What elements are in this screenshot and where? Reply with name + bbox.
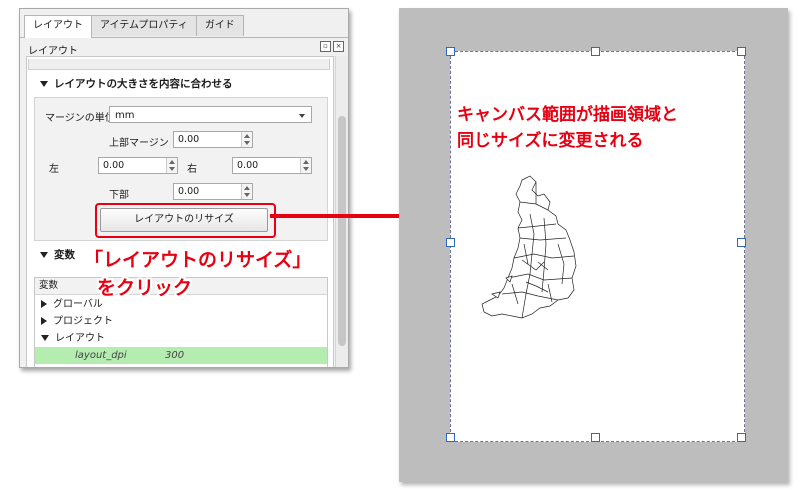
tree-row-project[interactable]: プロジェクト xyxy=(35,313,327,330)
spin-down-icon xyxy=(244,141,250,145)
variables-section-title: 変数 xyxy=(54,249,75,261)
highlight-frame xyxy=(95,203,276,238)
variable-row-layout-dpi[interactable]: layout_dpi 300 xyxy=(35,347,327,364)
right-margin-label: 右 xyxy=(187,164,197,175)
top-margin-value: 0.00 xyxy=(178,134,200,145)
collapse-arrow-icon xyxy=(40,81,48,87)
previous-group-bottom xyxy=(28,59,330,70)
margin-unit-value: mm xyxy=(115,110,135,121)
layout-panel: レイアウト アイテムプロパティ ガイド レイアウト ▫ × レイアウトの大きさを… xyxy=(19,8,349,368)
top-margin-label: 上部マージン xyxy=(109,138,169,149)
resize-handle-top[interactable] xyxy=(591,47,600,56)
resize-handle-bottom[interactable] xyxy=(591,433,600,442)
annotation-result-line2: 同じサイズに変更される xyxy=(457,131,644,151)
tab-item-properties[interactable]: アイテムプロパティ xyxy=(91,15,197,36)
chevron-down-icon xyxy=(299,114,305,118)
expand-arrow-icon xyxy=(41,317,47,325)
resize-handle-top-right[interactable] xyxy=(737,47,746,56)
panel-tabs: レイアウト アイテムプロパティ ガイド xyxy=(24,15,244,38)
tree-row-label: プロジェクト xyxy=(53,316,113,327)
resize-handle-bottom-right[interactable] xyxy=(737,433,746,442)
variable-name: layout_dpi xyxy=(75,350,127,361)
tree-row-layout[interactable]: レイアウト xyxy=(35,330,327,347)
collapse-arrow-icon xyxy=(40,252,48,258)
tab-guides[interactable]: ガイド xyxy=(195,15,244,36)
resize-section-heading[interactable]: レイアウトの大きさを内容に合わせる xyxy=(40,76,233,91)
annotation-click-line1: 「レイアウトのリサイズ」 xyxy=(84,249,312,271)
left-margin-value: 0.00 xyxy=(103,160,125,171)
close-icon[interactable]: × xyxy=(333,41,344,52)
scrollbar-thumb[interactable] xyxy=(338,116,346,346)
margin-unit-label: マージンの単位 xyxy=(45,113,115,124)
spin-down-icon xyxy=(303,167,309,171)
annotation-result-line1: キャンバス範囲が描画領域と xyxy=(457,105,678,125)
bottom-margin-spinbox[interactable]: 0.00 xyxy=(173,183,253,200)
resize-handle-left[interactable] xyxy=(446,238,455,247)
resize-section-title: レイアウトの大きさを内容に合わせる xyxy=(54,78,233,90)
annotation-click-line2: をクリック xyxy=(97,277,193,299)
resize-handle-right[interactable] xyxy=(737,238,746,247)
map-graphic xyxy=(481,175,577,319)
top-margin-spinbox[interactable]: 0.00 xyxy=(173,131,253,148)
spin-up-icon xyxy=(244,134,250,138)
resize-handle-top-left[interactable] xyxy=(446,47,455,56)
left-margin-spinbox[interactable]: 0.00 xyxy=(98,157,178,174)
spin-down-icon xyxy=(244,193,250,197)
collapse-arrow-icon xyxy=(41,335,49,341)
dock-controls: ▫ × xyxy=(320,41,344,52)
spin-buttons[interactable] xyxy=(241,132,252,147)
right-margin-value: 0.00 xyxy=(237,160,259,171)
spin-down-icon xyxy=(169,167,175,171)
resize-handle-bottom-left[interactable] xyxy=(446,433,455,442)
expand-arrow-icon xyxy=(41,300,47,308)
bottom-margin-value: 0.00 xyxy=(178,186,200,197)
variables-section-heading[interactable]: 変数 xyxy=(40,247,75,262)
spin-buttons[interactable] xyxy=(166,158,177,173)
tree-row-label: グローバル xyxy=(53,299,103,310)
spin-buttons[interactable] xyxy=(300,158,311,173)
dock-title: レイアウト xyxy=(28,46,78,57)
tab-layout[interactable]: レイアウト xyxy=(24,15,92,38)
left-margin-label: 左 xyxy=(49,164,59,175)
spin-up-icon xyxy=(244,186,250,190)
float-icon[interactable]: ▫ xyxy=(320,41,331,52)
spin-up-icon xyxy=(169,160,175,164)
margin-unit-select[interactable]: mm xyxy=(109,106,312,123)
tree-row-label: レイアウト xyxy=(55,333,105,344)
vertical-scrollbar[interactable] xyxy=(335,56,348,367)
spin-up-icon xyxy=(303,160,309,164)
column-header-label: 変数 xyxy=(39,280,59,291)
bottom-margin-label: 下部 xyxy=(109,190,129,201)
right-margin-spinbox[interactable]: 0.00 xyxy=(232,157,312,174)
variable-value: 300 xyxy=(165,350,185,361)
spin-buttons[interactable] xyxy=(241,184,252,199)
